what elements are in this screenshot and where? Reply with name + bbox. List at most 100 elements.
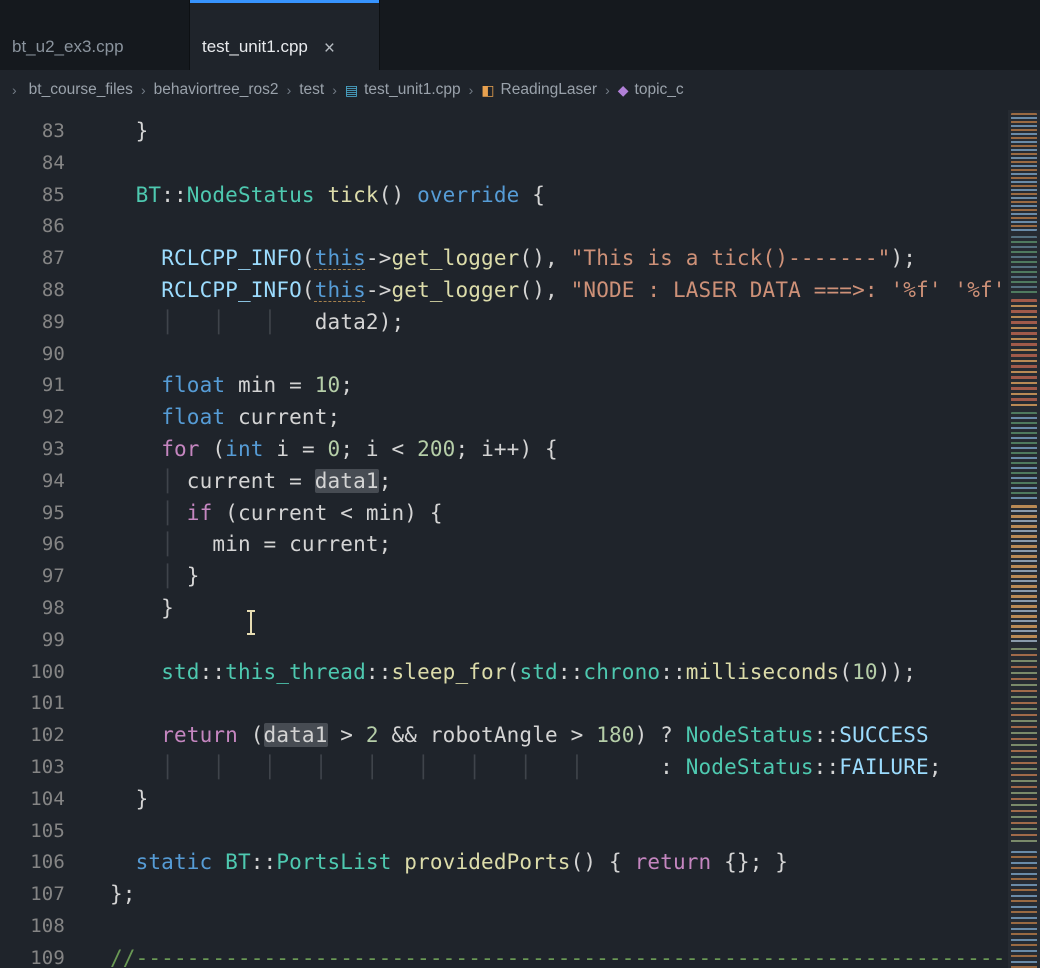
close-icon[interactable]: × xyxy=(324,40,335,57)
minimap-segment xyxy=(1011,236,1037,294)
line-number[interactable]: 104 xyxy=(0,784,78,816)
minimap-segment xyxy=(1011,648,1037,846)
code-line[interactable]: 92 float current; xyxy=(0,402,1040,434)
code-line[interactable]: 93 for (int i = 0; i < 200; i++) { xyxy=(0,434,1040,466)
code-line[interactable]: 90 xyxy=(0,339,1040,371)
line-content: static BT::PortsList providedPorts() { r… xyxy=(110,847,788,879)
line-content: BT::NodeStatus tick() override { xyxy=(110,180,545,212)
line-content: } xyxy=(110,784,148,816)
code-line[interactable]: 95 │ if (current < min) { xyxy=(0,498,1040,530)
line-number[interactable]: 93 xyxy=(0,434,78,466)
breadcrumb-item-behaviortree_ros2[interactable]: behaviortree_ros2 xyxy=(154,81,279,99)
line-content: │ │ │ data2); xyxy=(110,307,404,339)
breadcrumb-item-test[interactable]: test xyxy=(299,81,324,99)
minimap-segment xyxy=(1011,412,1037,500)
breadcrumb-root-chevron: › xyxy=(12,82,17,98)
line-number[interactable]: 94 xyxy=(0,466,78,498)
line-number[interactable]: 100 xyxy=(0,657,78,689)
line-number[interactable]: 92 xyxy=(0,402,78,434)
line-number[interactable]: 96 xyxy=(0,529,78,561)
line-number[interactable]: 83 xyxy=(0,116,78,148)
code-line[interactable]: 107}; xyxy=(0,879,1040,911)
line-number[interactable]: 106 xyxy=(0,847,78,879)
code-line[interactable]: 100 std::this_thread::sleep_for(std::chr… xyxy=(0,657,1040,689)
line-number[interactable]: 85 xyxy=(0,180,78,212)
chevron-right-icon: › xyxy=(287,82,292,98)
minimap-segment xyxy=(1011,113,1037,231)
line-number[interactable]: 88 xyxy=(0,275,78,307)
chevron-right-icon: › xyxy=(141,82,146,98)
code-line[interactable]: 83 } xyxy=(0,116,1040,148)
code-line[interactable]: 88 RCLCPP_INFO(this->get_logger(), "NODE… xyxy=(0,275,1040,307)
line-content: │ if (current < min) { xyxy=(110,498,443,530)
code-line[interactable]: 99 xyxy=(0,625,1040,657)
breadcrumb-label: test xyxy=(299,81,324,99)
breadcrumb-item-topic_c[interactable]: ◆topic_c xyxy=(618,81,684,99)
tab-test_unit1.cpp[interactable]: test_unit1.cpp× xyxy=(190,0,380,70)
tab-bt_u2_ex3.cpp[interactable]: bt_u2_ex3.cpp xyxy=(0,0,190,70)
code-line[interactable]: 103 │ │ │ │ │ │ │ │ │ : NodeStatus::FAIL… xyxy=(0,752,1040,784)
code-line[interactable]: 108 xyxy=(0,911,1040,943)
line-number[interactable]: 89 xyxy=(0,307,78,339)
line-content: │ } xyxy=(110,561,200,593)
line-content: } xyxy=(110,116,148,148)
breadcrumb-label: behaviortree_ros2 xyxy=(154,81,279,99)
code-line[interactable]: 102 return (data1 > 2 && robotAngle > 18… xyxy=(0,720,1040,752)
line-content: //--------------------------------------… xyxy=(110,943,1040,968)
line-number[interactable]: 107 xyxy=(0,879,78,911)
line-number[interactable]: 109 xyxy=(0,943,78,968)
breadcrumb-item-ReadingLaser[interactable]: ◧ ReadingLaser xyxy=(481,81,597,99)
minimap-segment xyxy=(1011,851,1037,968)
minimap-segment xyxy=(1011,299,1037,407)
line-number[interactable]: 102 xyxy=(0,720,78,752)
code-line[interactable]: 84 xyxy=(0,148,1040,180)
line-number[interactable]: 91 xyxy=(0,370,78,402)
line-number[interactable]: 101 xyxy=(0,688,78,720)
code-line[interactable]: 98 } xyxy=(0,593,1040,625)
code-line[interactable]: 101 xyxy=(0,688,1040,720)
code-line[interactable]: 106 static BT::PortsList providedPorts()… xyxy=(0,847,1040,879)
line-number[interactable]: 98 xyxy=(0,593,78,625)
tab-bar: bt_u2_ex3.cpptest_unit1.cpp× xyxy=(0,0,1040,70)
code-line[interactable]: 91 float min = 10; xyxy=(0,370,1040,402)
code-line[interactable]: 96 │ min = current; xyxy=(0,529,1040,561)
chevron-right-icon: › xyxy=(469,82,474,98)
line-number[interactable]: 108 xyxy=(0,911,78,943)
line-number[interactable]: 84 xyxy=(0,148,78,180)
code-line[interactable]: 97 │ } xyxy=(0,561,1040,593)
breadcrumb-item-bt_course_files[interactable]: bt_course_files xyxy=(29,81,133,99)
method-icon: ◆ xyxy=(618,83,629,97)
line-number[interactable]: 86 xyxy=(0,211,78,243)
line-content: │ │ │ │ │ │ │ │ │ : NodeStatus::FAILURE; xyxy=(110,752,942,784)
line-number[interactable]: 97 xyxy=(0,561,78,593)
line-content: std::this_thread::sleep_for(std::chrono:… xyxy=(110,657,916,689)
code-area[interactable]: 83 }8485 BT::NodeStatus tick() override … xyxy=(0,110,1040,968)
minimap[interactable] xyxy=(1008,110,1040,968)
code-line[interactable]: 86 xyxy=(0,211,1040,243)
line-content: │ current = data1; xyxy=(110,466,391,498)
line-content: │ min = current; xyxy=(110,529,391,561)
breadcrumb-label: ReadingLaser xyxy=(501,81,598,99)
breadcrumb-label: bt_course_files xyxy=(29,81,133,99)
line-content: }; xyxy=(110,879,136,911)
line-number[interactable]: 95 xyxy=(0,498,78,530)
line-number[interactable]: 105 xyxy=(0,816,78,848)
line-number[interactable]: 87 xyxy=(0,243,78,275)
code-line[interactable]: 105 xyxy=(0,816,1040,848)
code-editor[interactable]: 83 }8485 BT::NodeStatus tick() override … xyxy=(0,110,1040,968)
code-line[interactable]: 94 │ current = data1; xyxy=(0,466,1040,498)
line-number[interactable]: 103 xyxy=(0,752,78,784)
code-line[interactable]: 89 │ │ │ data2); xyxy=(0,307,1040,339)
code-line[interactable]: 85 BT::NodeStatus tick() override { xyxy=(0,180,1040,212)
code-line[interactable]: 109 //-----------------------------------… xyxy=(0,943,1040,968)
line-number[interactable]: 90 xyxy=(0,339,78,371)
code-line[interactable]: 87 RCLCPP_INFO(this->get_logger(), "This… xyxy=(0,243,1040,275)
code-line[interactable]: 104 } xyxy=(0,784,1040,816)
line-number[interactable]: 99 xyxy=(0,625,78,657)
class-icon: ◧ xyxy=(481,83,494,97)
line-content: float min = 10; xyxy=(110,370,353,402)
breadcrumb-item-test_unit1.cpp[interactable]: ▤test_unit1.cpp xyxy=(345,81,461,99)
line-content: RCLCPP_INFO(this->get_logger(), "NODE : … xyxy=(110,275,1006,307)
line-content: return (data1 > 2 && robotAngle > 180) ?… xyxy=(110,720,929,752)
chevron-right-icon: › xyxy=(605,82,610,98)
